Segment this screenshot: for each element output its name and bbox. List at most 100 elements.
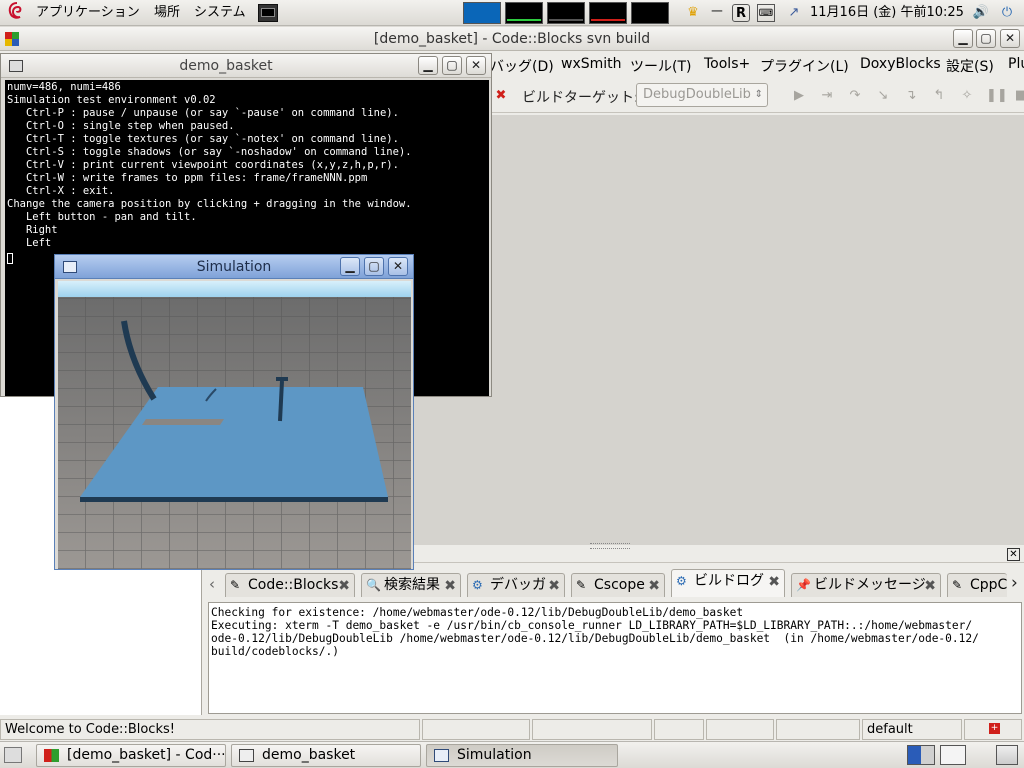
stop-icon[interactable]: ■ (1012, 87, 1024, 105)
show-desktop-icon[interactable] (4, 747, 22, 763)
terminal-maximize-button[interactable]: ▢ (442, 56, 462, 75)
terminal-line: Ctrl-T : toggle textures (or say `-notex… (7, 133, 399, 145)
status-cell (776, 719, 860, 740)
editor-area[interactable] (410, 115, 1024, 545)
tab-cscope[interactable]: ✎ Cscope ✖ (571, 573, 665, 597)
simulation-window-icon (434, 749, 449, 762)
abort-icon[interactable]: ✖ (492, 87, 510, 105)
menu-plugins[interactable]: プラグイン(L) (760, 56, 849, 76)
sky (58, 281, 411, 297)
chevron-left-icon[interactable]: ‹ (209, 575, 215, 593)
simulation-minimize-button[interactable]: ▁ (340, 257, 360, 276)
pencil-icon: ✎ (952, 578, 963, 592)
volume-icon[interactable]: 🔊 (972, 4, 990, 22)
menu-settings[interactable]: 設定(S) (946, 56, 994, 76)
build-target-value: DebugDoubleLib (643, 87, 751, 102)
crown-icon[interactable]: ♛ (684, 4, 702, 22)
workspace-4[interactable] (589, 2, 627, 24)
build-target-label: ビルドターゲット: (522, 90, 639, 106)
tab-codeblocks[interactable]: ✎ Code::Blocks ✖ (225, 573, 355, 597)
menu-tools[interactable]: ツール(T) (630, 56, 691, 76)
tab-build-log[interactable]: ⚙ ビルドログ ✖ (671, 569, 785, 597)
basket-hole (142, 419, 224, 425)
simulation-titlebar[interactable]: Simulation ▁ ▢ ✕ (55, 255, 413, 279)
close-tab-icon[interactable]: ✖ (768, 571, 780, 593)
menu-debug[interactable]: バッグ(D) (490, 56, 554, 76)
minimize-button[interactable]: ▁ (953, 29, 973, 48)
tab-debugger[interactable]: ⚙ デバッガ ✖ (467, 573, 565, 597)
terminal-launcher-icon[interactable] (258, 4, 278, 22)
menu-wxsmith[interactable]: wxSmith (561, 56, 622, 72)
maximize-button[interactable]: ▢ (976, 29, 996, 48)
next-line-icon[interactable]: ↷ (846, 87, 864, 105)
debug-run-icon[interactable]: ▶ (790, 87, 808, 105)
codeblocks-logo-icon (44, 749, 59, 762)
terminal-minimize-button[interactable]: ▁ (418, 56, 438, 75)
chevron-updown-icon: ⇕ (754, 89, 763, 100)
r-tray-icon[interactable]: R (732, 4, 750, 22)
close-tab-icon[interactable]: ✖ (338, 575, 350, 597)
run-to-cursor-icon[interactable]: ⇥ (818, 87, 836, 105)
simulation-close-button[interactable]: ✕ (388, 257, 408, 276)
network-icon[interactable]: ↗ (782, 4, 806, 22)
workspace-3[interactable] (547, 2, 585, 24)
simulation-maximize-button[interactable]: ▢ (364, 257, 384, 276)
status-default: default (862, 719, 962, 740)
close-tab-icon[interactable]: ✖ (548, 575, 560, 597)
tab-label: ビルドメッセージ (814, 577, 926, 593)
tab-search-results[interactable]: 🔍 検索結果 ✖ (361, 573, 461, 597)
menu-doxyblocks[interactable]: DoxyBlocks (860, 56, 941, 72)
chevron-right-icon[interactable]: › (1011, 573, 1018, 593)
build-target-select[interactable]: DebugDoubleLib ⇕ (636, 83, 768, 107)
system-menu[interactable]: システム (194, 0, 246, 26)
workspace-indicator-icon[interactable] (907, 745, 935, 765)
keyboard-icon[interactable]: ⌨ (757, 4, 775, 22)
terminal-line: numv=486, numi=486 (7, 81, 121, 93)
window-list-icon[interactable] (940, 745, 966, 765)
close-tab-icon[interactable]: ✖ (444, 575, 456, 597)
pencil-icon: ✎ (230, 578, 241, 592)
tab-build-messages[interactable]: 📌 ビルドメッセージ ✖ (791, 573, 941, 597)
task-demo-basket[interactable]: demo_basket (231, 744, 421, 767)
places-menu[interactable]: 場所 (154, 0, 180, 26)
step-into-icon[interactable]: ↴ (902, 87, 920, 105)
break-icon[interactable]: ✧ (958, 87, 976, 105)
log-line: build/codeblocks/.) (211, 645, 339, 658)
menu-tools-plus[interactable]: Tools+ (704, 56, 750, 72)
terminal-close-button[interactable]: ✕ (466, 56, 486, 75)
terminal-line: Ctrl-P : pause / unpause (or say `-pause… (7, 107, 399, 119)
close-button[interactable]: ✕ (1000, 29, 1020, 48)
statusbar: Welcome to Code::Blocks! default + (0, 717, 1024, 741)
splitter-handle[interactable] (590, 543, 630, 549)
notification-icon[interactable]: ⏻ (998, 4, 1016, 22)
applications-menu[interactable]: アプリケーション (36, 0, 140, 26)
close-tab-icon[interactable]: ✖ (648, 575, 660, 597)
close-tab-icon[interactable]: ✖ (924, 575, 936, 597)
workspace-2[interactable] (505, 2, 543, 24)
trash-icon[interactable] (996, 745, 1018, 765)
codeblocks-titlebar[interactable]: [demo_basket] - Code::Blocks svn build ▁… (0, 27, 1024, 51)
clock[interactable]: 11月16日 (金) 午前10:25 (810, 0, 964, 26)
build-log-text[interactable]: Checking for existence: /home/webmaster/… (208, 602, 1022, 714)
workspace-5[interactable] (631, 2, 669, 24)
gear-icon: ⚙ (676, 574, 687, 588)
build-toolbar: ✖ ビルドターゲット: DebugDoubleLib ⇕ ▶ ⇥ ↷ ↘ ↴ ↰… (490, 79, 1024, 113)
workspace-1[interactable] (463, 2, 501, 24)
debian-logo-icon[interactable] (6, 0, 28, 26)
menu-plugins-overflow[interactable]: Plu (1008, 56, 1024, 72)
task-codeblocks[interactable]: [demo_basket] - Cod··· (36, 744, 226, 767)
task-simulation[interactable]: Simulation (426, 744, 618, 767)
status-cell (422, 719, 530, 740)
terminal-titlebar[interactable]: demo_basket ▁ ▢ ✕ (1, 54, 491, 78)
pause-icon[interactable]: ❚❚ (986, 87, 1008, 105)
tab-cppcheck[interactable]: ✎ CppC (947, 573, 1007, 597)
taskbar: [demo_basket] - Cod··· demo_basket Simul… (0, 741, 1024, 768)
input-method-icon[interactable]: ㅡ (708, 4, 726, 22)
step-out-icon[interactable]: ↰ (930, 87, 948, 105)
close-logs-icon[interactable]: ✕ (1007, 548, 1020, 561)
simulation-viewport[interactable] (58, 281, 411, 569)
terminal-line: Left button - pan and tilt. (7, 211, 197, 223)
top-panel: アプリケーション 場所 システム ♛ ㅡ R ⌨ ↗ 11月16日 (金) 午前… (0, 0, 1024, 26)
terminal-line: Right (7, 224, 58, 236)
next-instruction-icon[interactable]: ↘ (874, 87, 892, 105)
